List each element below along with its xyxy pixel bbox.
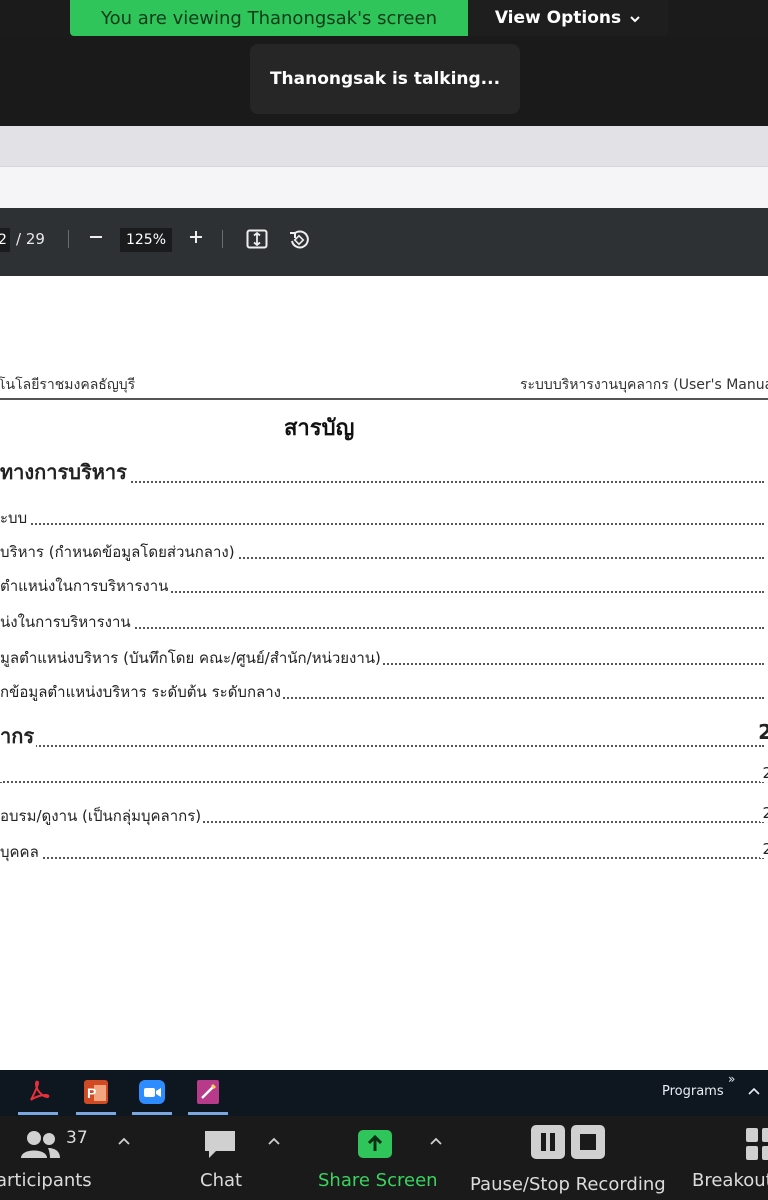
pause-stop-recording-button[interactable]: Pause/Stop Recording <box>466 1118 676 1200</box>
windows-taskbar <box>0 1070 768 1116</box>
plus-icon <box>190 231 202 243</box>
pdf-document-page: โนโลยีราชมงคลธัญบุรี ระบบบริหารงานบุคลาก… <box>0 276 768 1070</box>
breakout-rooms-button[interactable]: Breakout <box>690 1118 768 1200</box>
toc-entry[interactable]: บุคคล 2 <box>0 840 768 862</box>
toc-leader <box>0 781 764 783</box>
powerpoint-app-button[interactable]: P <box>80 1076 112 1108</box>
chat-caret-icon[interactable] <box>268 1130 280 1149</box>
toc-entry-text <box>0 764 2 782</box>
participants-button[interactable]: 37 articipants <box>0 1118 110 1200</box>
toc-entry-text: มูลตำแหน่งบริหาร (บันทึกโดย คณะ/ศูนย์/สำ… <box>0 649 383 667</box>
acrobat-app-button[interactable] <box>22 1076 54 1108</box>
speaker-toast-text: Thanongsak is talking... <box>269 69 501 89</box>
pause-stop-icon <box>531 1125 605 1159</box>
fit-page-button[interactable] <box>246 229 268 253</box>
active-app-indicator <box>18 1112 58 1115</box>
acrobat-icon <box>30 1080 50 1101</box>
zoom-app-button[interactable] <box>136 1076 168 1108</box>
chat-icon <box>205 1131 235 1158</box>
toc-entry-text: ะบบ <box>0 509 30 527</box>
toc-entry[interactable]: ตำแหน่งในการบริหารงาน <box>0 574 768 596</box>
toc-entry-text: ทางการบริหาร <box>0 460 129 484</box>
breakout-rooms-label: Breakout <box>692 1170 768 1191</box>
chevron-down-icon <box>629 8 641 28</box>
toc-entry[interactable]: ทางการบริหาร <box>0 456 768 486</box>
toc-entry[interactable]: กข้อมูลตำแหน่งบริหาร ระดับต้น ระดับกลาง <box>0 680 768 702</box>
pause-stop-recording-label: Pause/Stop Recording <box>470 1174 666 1195</box>
toc-entry[interactable]: 2 <box>0 764 768 786</box>
zoom-in-button[interactable] <box>186 226 206 252</box>
active-app-indicator <box>188 1112 228 1115</box>
toc-entry-text: อบรม/ดูงาน (เป็นกลุ่มบุคลากร) <box>0 807 204 825</box>
page-number-input[interactable]: 2 <box>0 228 10 252</box>
participants-count: 37 <box>66 1128 88 1148</box>
toc-page-number: 2 <box>756 720 768 744</box>
chat-button[interactable]: Chat <box>190 1118 254 1200</box>
participants-icon <box>21 1131 60 1158</box>
toc-entry[interactable]: อบรม/ดูงาน (เป็นกลุ่มบุคลากร) 2 <box>0 804 768 826</box>
minus-icon <box>90 236 102 238</box>
share-screen-icon <box>358 1130 392 1158</box>
participants-caret-icon[interactable] <box>118 1130 130 1149</box>
participants-label: articipants <box>0 1170 92 1191</box>
presenter-icon <box>197 1080 219 1104</box>
browser-tab-strip <box>0 126 768 166</box>
toc-entry-text: กข้อมูลตำแหน่งบริหาร ระดับต้น ระดับกลาง <box>0 683 283 701</box>
breakout-rooms-icon <box>746 1128 768 1160</box>
page-number-value: 2 <box>0 232 7 248</box>
doc-header-left: โนโลยีราชมงคลธัญบุรี <box>0 377 136 393</box>
viewing-screen-banner: You are viewing Thanongsak's screen <box>70 0 468 36</box>
toc-title: สารบัญ <box>284 416 355 441</box>
toc-entry[interactable]: มูลตำแหน่งบริหาร (บันทึกโดย คณะ/ศูนย์/สำ… <box>0 646 768 668</box>
toc-entry-text: บุคคล <box>0 843 41 861</box>
share-screen-label: Share Screen <box>318 1170 438 1191</box>
toc-entry[interactable]: ะบบ <box>0 506 768 528</box>
powerpoint-icon: P <box>84 1080 108 1104</box>
toc-entry[interactable]: น่งในการบริหารงาน <box>0 610 768 632</box>
toc-entry-text: ากร <box>0 724 37 748</box>
share-screen-button[interactable]: Share Screen <box>310 1118 440 1200</box>
toc-leader <box>0 523 764 525</box>
browser-address-area <box>0 166 768 209</box>
rotate-button[interactable] <box>288 229 310 255</box>
toc-entry-text: ตำแหน่งในการบริหารงาน <box>0 577 171 595</box>
zoom-out-button[interactable] <box>86 226 106 252</box>
share-caret-icon[interactable] <box>430 1130 442 1149</box>
view-options-button[interactable]: View Options <box>468 0 668 36</box>
toc-page-number: 2 <box>760 840 768 858</box>
toc-leader <box>0 857 764 859</box>
zoom-icon <box>139 1080 165 1104</box>
toc-page-number: 2 <box>760 764 768 782</box>
toc-entry-text: บริหาร (กำหนดข้อมูลโดยส่วนกลาง) <box>0 543 237 561</box>
svg-text:P: P <box>87 1085 96 1101</box>
doc-header-right: ระบบบริหารงานบุคลากร (User's Manual <box>520 377 768 393</box>
toc-entry[interactable]: ากร 2 <box>0 720 768 750</box>
toc-entry-text: น่งในการบริหารงาน <box>0 613 133 631</box>
view-options-label: View Options <box>494 8 622 28</box>
active-app-indicator <box>76 1112 116 1115</box>
viewing-screen-text: You are viewing Thanongsak's screen <box>101 7 437 29</box>
speaker-toast: Thanongsak is talking... <box>250 44 520 114</box>
zoom-level-input[interactable]: 125% <box>120 228 172 252</box>
programs-toolbar-label[interactable]: Programs <box>662 1084 724 1099</box>
presenter-app-button[interactable] <box>192 1076 224 1108</box>
pdf-toolbar <box>0 208 768 276</box>
toolbar-divider <box>222 230 223 248</box>
rotate-icon <box>290 230 309 249</box>
active-app-indicator <box>132 1112 172 1115</box>
chat-label: Chat <box>200 1170 243 1191</box>
toc-page-number: 2 <box>760 804 768 822</box>
tray-expand-icon[interactable] <box>748 1080 760 1099</box>
fit-to-page-icon <box>246 229 268 249</box>
double-chevron-icon[interactable]: » <box>728 1072 735 1086</box>
page-total-label: / 29 <box>16 230 45 248</box>
toc-leader <box>0 745 764 747</box>
toc-entry[interactable]: บริหาร (กำหนดข้อมูลโดยส่วนกลาง) <box>0 540 768 562</box>
header-rule <box>0 398 768 400</box>
toolbar-divider <box>68 230 69 248</box>
